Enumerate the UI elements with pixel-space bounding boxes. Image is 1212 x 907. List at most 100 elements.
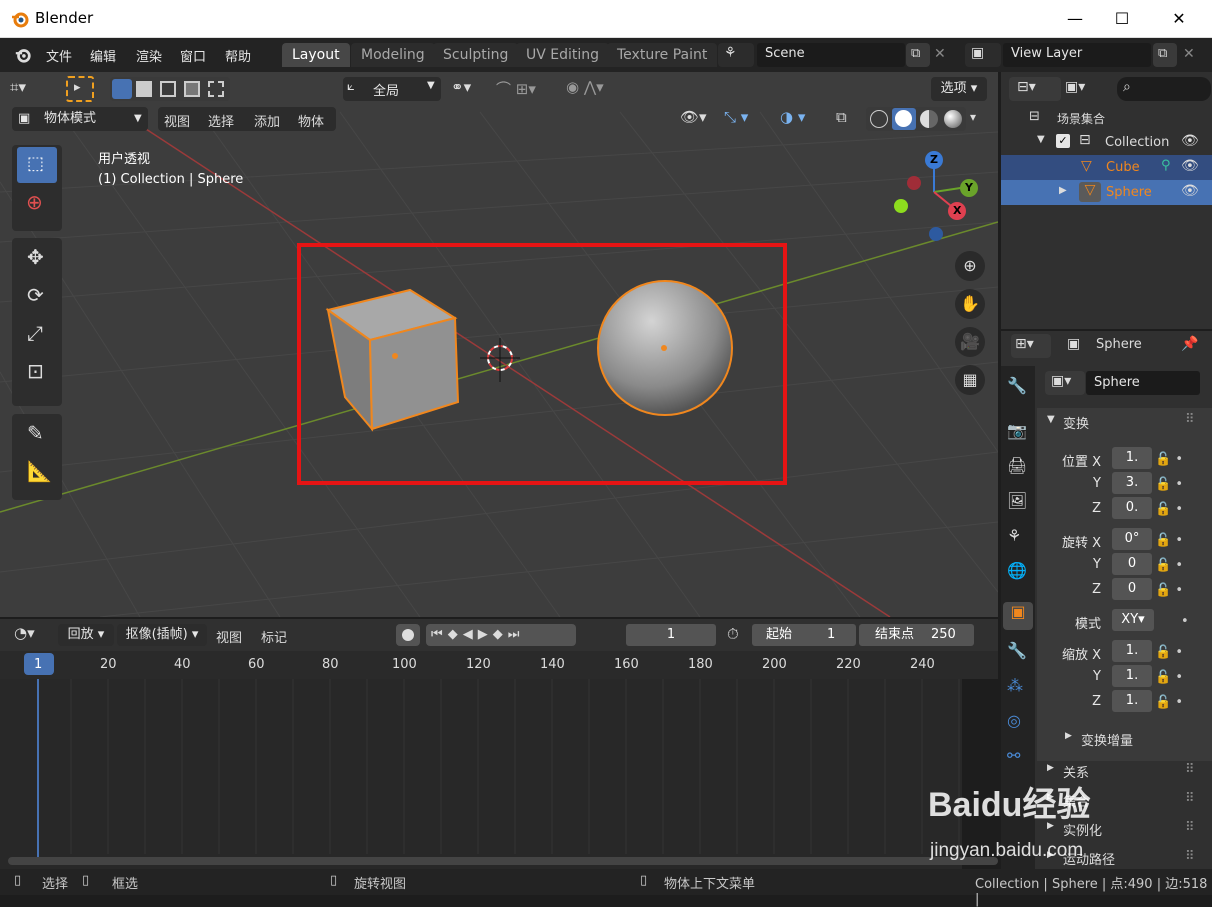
outliner-row-sphere[interactable]: ▶ ▽ Sphere 👁 — [1001, 180, 1212, 205]
scene-tab-icon[interactable]: ⚘ — [1007, 526, 1021, 545]
drag-handle-icon[interactable]: ⠿ — [1185, 791, 1195, 806]
grid-perspective-icon[interactable]: ▦ — [955, 365, 985, 395]
timeline-editor-type[interactable]: ◔▾ — [14, 624, 35, 642]
eye-icon[interactable]: 👁 — [1181, 133, 1199, 149]
drag-handle-icon[interactable]: ⠿ — [1185, 820, 1195, 835]
transform-panel-header[interactable]: ▼ 变换 ⠿ — [1037, 408, 1212, 436]
timeline-menu-view[interactable]: 视图 — [216, 627, 242, 646]
lock-icon[interactable]: 🔓 • — [1155, 690, 1183, 715]
view-layer-tab-icon[interactable]: 🖼 — [1007, 491, 1027, 510]
rotation-z-field[interactable]: 0 — [1112, 578, 1152, 600]
tool-tab-icon[interactable]: 🔧 — [1007, 376, 1027, 395]
play-reverse-icon[interactable]: ◀ — [463, 627, 478, 642]
prev-keyframe-icon[interactable]: ◆ — [448, 627, 463, 642]
outliner-row-collection[interactable]: ▼ ✓ ⊟ Collection 👁 — [1001, 130, 1212, 155]
timeline-menu-marker[interactable]: 标记 — [261, 627, 287, 646]
lock-icon[interactable]: 🔓 • — [1155, 553, 1183, 578]
rotation-y-field[interactable]: 0 — [1112, 553, 1152, 575]
cube-object[interactable] — [325, 288, 460, 432]
pin-icon[interactable]: 📌 — [1181, 336, 1198, 352]
outliner-search-input[interactable]: ⌕ — [1117, 77, 1211, 101]
tab-uv-editing[interactable]: UV Editing — [516, 43, 610, 67]
render-tab-icon[interactable]: 📷 — [1007, 421, 1027, 440]
keying-dropdown[interactable]: 抠像(插帧) ▾ — [117, 624, 207, 646]
location-z-field[interactable]: 0. — [1112, 497, 1152, 519]
expand-arrow-icon[interactable]: ▶ — [1059, 185, 1067, 196]
view-layer-field[interactable]: View Layer — [1003, 43, 1151, 67]
rotation-mode-dropdown[interactable]: XY▾ — [1112, 609, 1154, 631]
lock-icon[interactable]: 🔓 • — [1155, 578, 1183, 603]
scale-y-field[interactable]: 1. — [1112, 665, 1152, 687]
menu-file[interactable]: 文件 — [46, 46, 72, 65]
scale-z-field[interactable]: 1. — [1112, 690, 1152, 712]
scene-name-field[interactable]: Scene — [757, 43, 905, 67]
constraints-tab-icon[interactable]: ⚯ — [1007, 746, 1020, 765]
collection-checkbox[interactable]: ✓ — [1056, 134, 1070, 148]
object-tab-icon[interactable]: ▣ — [1003, 602, 1033, 630]
lock-icon[interactable]: 🔓 • — [1155, 447, 1183, 472]
keyframe-dot-icon[interactable]: • — [1181, 609, 1189, 634]
copy-scene-icon[interactable]: ⧉ — [906, 43, 930, 67]
camera-icon[interactable]: 🎥 — [955, 327, 985, 357]
menu-window[interactable]: 窗口 — [180, 46, 206, 65]
maximize-button[interactable]: ☐ — [1099, 6, 1145, 32]
tab-texture-paint[interactable]: Texture Paint — [607, 43, 718, 67]
menu-render[interactable]: 渲染 — [136, 46, 162, 65]
object-name-field[interactable]: Sphere — [1086, 371, 1200, 395]
jump-end-icon[interactable]: ⏭ — [508, 627, 525, 642]
menu-help[interactable]: 帮助 — [225, 46, 251, 65]
zoom-icon[interactable]: ⊕ — [955, 251, 985, 281]
timeline-ruler[interactable]: 1 20 40 60 80 100 120 140 160 180 200 22… — [0, 651, 998, 679]
rotation-x-field[interactable]: 0° — [1112, 528, 1152, 550]
outliner-row-cube[interactable]: ▽ Cube ⚲ 👁 — [1001, 155, 1212, 180]
lock-icon[interactable]: 🔓 • — [1155, 472, 1183, 497]
close-button[interactable]: ✕ — [1156, 6, 1202, 32]
remove-view-layer-icon[interactable]: ✕ — [1183, 46, 1195, 62]
drag-handle-icon[interactable]: ⠿ — [1185, 412, 1195, 427]
properties-editor-type[interactable]: ⊞▾ — [1011, 334, 1051, 358]
start-frame-field[interactable]: 起始 1 — [752, 624, 856, 646]
tab-layout[interactable]: Layout — [282, 43, 350, 67]
outliner-editor-type[interactable]: ⊟▾ — [1009, 77, 1061, 101]
minimize-button[interactable]: — — [1052, 6, 1098, 32]
lock-icon[interactable]: 🔓 • — [1155, 665, 1183, 690]
particles-tab-icon[interactable]: ⁂ — [1007, 676, 1023, 695]
remove-scene-icon[interactable]: ✕ — [934, 46, 946, 62]
physics-tab-icon[interactable]: ◎ — [1007, 711, 1021, 730]
delta-transform-subpanel[interactable]: ▶ 变换增量 — [1037, 728, 1212, 750]
end-frame-field[interactable]: 结束点 250 — [859, 624, 974, 646]
display-mode-button[interactable]: ▣▾ — [1063, 77, 1099, 101]
blender-menu-icon[interactable] — [13, 46, 33, 64]
location-x-field[interactable]: 1. — [1112, 447, 1152, 469]
expand-arrow-icon[interactable]: ▼ — [1037, 134, 1045, 145]
3d-viewport[interactable]: ⌗▾ ▸ ⟀ 全局 ▼ ⚭▾ ⌒ ⊞▾ ◉ ⋀▾ 选项 ▾ ▣ 物体模式 ▼ 视图 选择… — [0, 72, 998, 617]
output-tab-icon[interactable]: 🖨 — [1007, 456, 1027, 475]
sphere-object[interactable] — [597, 280, 733, 416]
copy-view-layer-icon[interactable]: ⧉ — [1153, 43, 1177, 67]
playback-dropdown[interactable]: 回放 ▾ — [58, 624, 114, 646]
jump-start-icon[interactable]: ⏮ — [431, 627, 448, 642]
view-layer-selector-button[interactable]: ▣ — [965, 43, 1001, 67]
lock-icon[interactable]: 🔓 • — [1155, 640, 1183, 665]
next-keyframe-icon[interactable]: ◆ — [493, 627, 508, 642]
object-data-browse[interactable]: ▣▾ — [1045, 371, 1085, 395]
tab-modeling[interactable]: Modeling — [351, 43, 435, 67]
world-tab-icon[interactable]: 🌐 — [1007, 561, 1027, 580]
modifier-tab-icon[interactable]: 🔧 — [1007, 641, 1027, 660]
record-button[interactable] — [396, 624, 420, 646]
timeline-track-area[interactable] — [0, 679, 998, 869]
menu-edit[interactable]: 编辑 — [90, 46, 116, 65]
current-frame-field[interactable]: 1 — [626, 624, 716, 646]
drag-handle-icon[interactable]: ⠿ — [1185, 762, 1195, 777]
scene-selector-button[interactable]: ⚘ — [718, 43, 754, 67]
lock-icon[interactable]: 🔓 • — [1155, 497, 1183, 522]
lock-icon[interactable]: 🔓 • — [1155, 528, 1183, 553]
playback-controls[interactable]: ⏮◆◀▶◆⏭ — [426, 624, 576, 646]
tab-sculpting[interactable]: Sculpting — [433, 43, 519, 67]
scale-x-field[interactable]: 1. — [1112, 640, 1152, 662]
eye-icon[interactable]: 👁 — [1181, 183, 1199, 199]
eye-icon[interactable]: 👁 — [1181, 158, 1199, 174]
location-y-field[interactable]: 3. — [1112, 472, 1152, 494]
play-icon[interactable]: ▶ — [478, 627, 493, 642]
pan-hand-icon[interactable]: ✋ — [955, 289, 985, 319]
